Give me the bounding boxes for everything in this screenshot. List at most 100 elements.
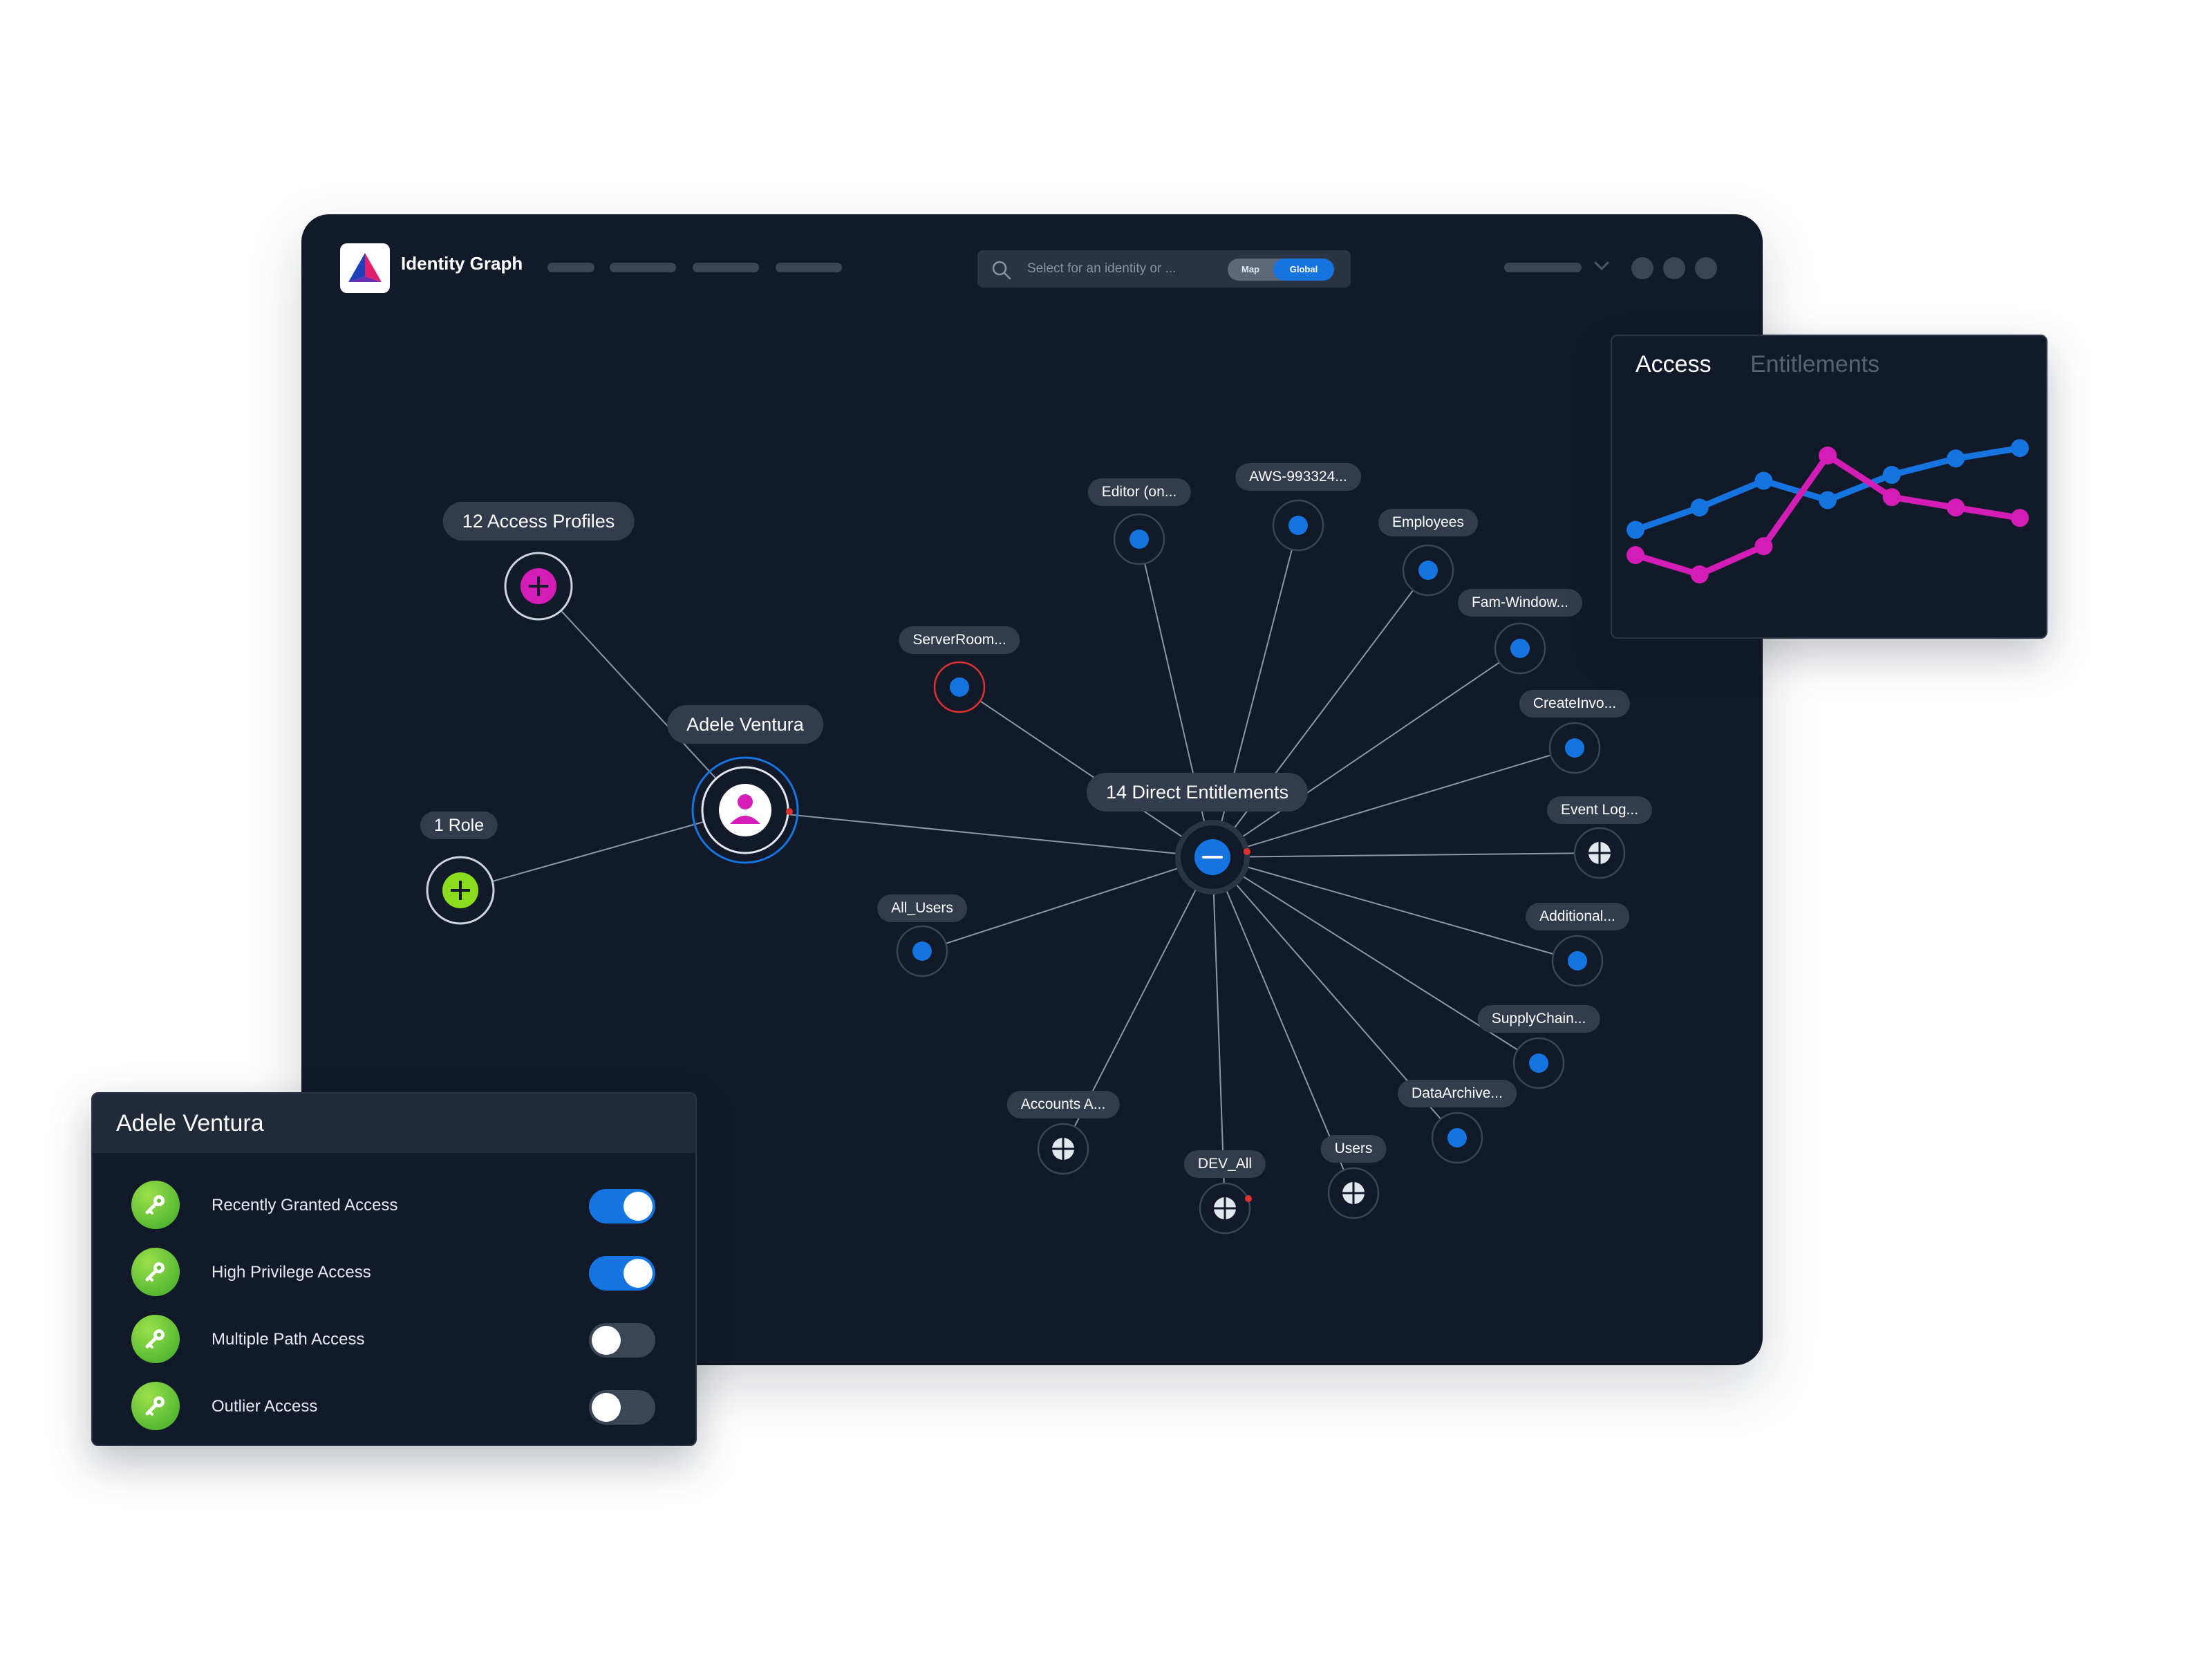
entitlement-node-3[interactable]: [1402, 544, 1454, 597]
series-point: [1627, 546, 1644, 565]
entitlements-label[interactable]: 14 Direct Entitlements: [1086, 773, 1309, 812]
edge-entitlement-3: [1212, 570, 1429, 858]
entitlement-label-10[interactable]: Users: [1320, 1135, 1387, 1163]
entitlement-dot-icon: [1447, 1128, 1467, 1147]
key-badge: [131, 1248, 180, 1296]
entitlements-hub-node[interactable]: [1175, 820, 1250, 894]
alert-dot-icon: [786, 808, 793, 815]
entitlement-node-1[interactable]: [1113, 513, 1165, 565]
entitlement-dot-icon: [1130, 529, 1149, 549]
nav-item-2[interactable]: [610, 263, 676, 272]
entitlement-dot-icon: [1565, 738, 1584, 758]
series-point: [1882, 488, 1901, 507]
entitlement-node-4[interactable]: [1494, 622, 1546, 675]
toggle-knob: [624, 1259, 653, 1288]
global-mode-button[interactable]: Global: [1273, 259, 1334, 281]
edge-identity-profiles: [538, 585, 746, 811]
entitlement-label-3[interactable]: Employees: [1378, 509, 1478, 536]
access-profiles-label[interactable]: 12 Access Profiles: [442, 502, 635, 541]
header-action-2[interactable]: [1663, 257, 1685, 279]
entitlement-label-11[interactable]: DEV_All: [1183, 1150, 1266, 1178]
key-icon: [145, 1329, 165, 1349]
key-badge: [131, 1315, 180, 1363]
filter-toggle[interactable]: [589, 1256, 655, 1291]
access-profiles-node[interactable]: [504, 552, 573, 621]
entitlement-node-12[interactable]: [1037, 1123, 1089, 1175]
series-point: [1947, 449, 1965, 468]
series-point: [1690, 498, 1709, 517]
chevron-down-icon[interactable]: [1593, 259, 1611, 274]
entitlement-node-10[interactable]: [1327, 1167, 1380, 1219]
key-icon: [145, 1396, 165, 1416]
series-point: [1947, 498, 1965, 517]
filter-toggle[interactable]: [589, 1323, 655, 1358]
app-logo[interactable]: [340, 243, 390, 293]
search-icon: [992, 261, 1011, 280]
series-point: [2011, 509, 2029, 527]
access-line-chart: [1627, 439, 2029, 583]
toggle-knob: [592, 1326, 621, 1355]
identity-avatar: [719, 784, 771, 836]
entitlement-node-9[interactable]: [1431, 1112, 1483, 1164]
user-menu[interactable]: [1504, 263, 1582, 272]
series-point: [1690, 565, 1709, 583]
entitlement-label-6[interactable]: Event Log...: [1546, 796, 1653, 824]
entitlement-node-13[interactable]: [896, 925, 948, 977]
entitlement-node-2[interactable]: [1272, 499, 1324, 552]
role-label[interactable]: 1 Role: [420, 812, 498, 839]
filter-label: High Privilege Access: [212, 1263, 371, 1282]
header-action-3[interactable]: [1695, 257, 1717, 279]
user-icon-head: [738, 794, 753, 809]
entitlement-label-4[interactable]: Fam-Window...: [1457, 589, 1583, 617]
entitlement-node-11[interactable]: [1199, 1182, 1252, 1235]
key-icon: [145, 1262, 165, 1282]
entitlement-node-7[interactable]: [1551, 935, 1604, 987]
search-input[interactable]: Select for an identity or ...: [1027, 261, 1176, 276]
map-mode-button[interactable]: Map: [1228, 259, 1273, 281]
nav-item-3[interactable]: [693, 263, 759, 272]
entitlement-node-6[interactable]: [1573, 827, 1626, 879]
edge-entitlement-14: [959, 686, 1213, 858]
edge-entitlement-7: [1212, 856, 1578, 962]
entitlement-node-14[interactable]: [933, 661, 986, 713]
identity-search-bar[interactable]: Select for an identity or ... Map Global: [977, 250, 1351, 288]
entitlement-dot-icon: [1288, 516, 1308, 535]
entitlement-node-5[interactable]: [1548, 722, 1601, 774]
entitlement-label-7[interactable]: Additional...: [1526, 903, 1629, 930]
entitlement-label-9[interactable]: DataArchive...: [1398, 1080, 1517, 1107]
nav-item-1[interactable]: [547, 263, 594, 272]
map-global-toggle[interactable]: Map Global: [1228, 259, 1334, 281]
entitlement-dot-icon: [1529, 1053, 1548, 1073]
header-action-1[interactable]: [1631, 257, 1653, 279]
filter-row: Multiple Path Access: [93, 1308, 695, 1370]
entitlement-dot-icon: [1510, 639, 1530, 658]
entitlement-label-1[interactable]: Editor (on...: [1087, 478, 1191, 506]
filter-toggle[interactable]: [589, 1189, 655, 1224]
identity-panel-header: Adele Ventura: [93, 1094, 695, 1153]
filter-label: Multiple Path Access: [212, 1330, 365, 1349]
toggle-knob: [624, 1192, 653, 1221]
entitlement-label-14[interactable]: ServerRoom...: [899, 626, 1020, 654]
entitlement-label-2[interactable]: AWS-993324...: [1235, 463, 1361, 491]
entitlement-label-12[interactable]: Accounts A...: [1006, 1091, 1120, 1118]
access-chart-panel: Access Entitlements: [1611, 335, 2047, 639]
identity-label[interactable]: Adele Ventura: [667, 705, 823, 744]
filter-row: Recently Granted Access: [93, 1174, 695, 1236]
series-point: [1882, 465, 1901, 484]
entitlement-dot-icon: [1568, 951, 1587, 971]
nav-item-4[interactable]: [776, 263, 842, 272]
identity-node[interactable]: [691, 756, 799, 864]
key-icon: [145, 1195, 165, 1215]
entitlement-node-8[interactable]: [1512, 1037, 1565, 1089]
toggle-knob: [592, 1393, 621, 1422]
series-point: [1754, 471, 1773, 490]
entitlement-label-8[interactable]: SupplyChain...: [1477, 1005, 1600, 1033]
edge-entitlement-6: [1212, 852, 1600, 858]
role-node[interactable]: [426, 856, 495, 925]
series-point: [1754, 537, 1773, 556]
alert-dot-icon: [1244, 848, 1250, 855]
filter-toggle[interactable]: [589, 1390, 655, 1425]
entitlement-label-5[interactable]: CreateInvo...: [1519, 690, 1631, 718]
series-point: [1819, 491, 1837, 509]
entitlement-label-13[interactable]: All_Users: [877, 894, 967, 922]
